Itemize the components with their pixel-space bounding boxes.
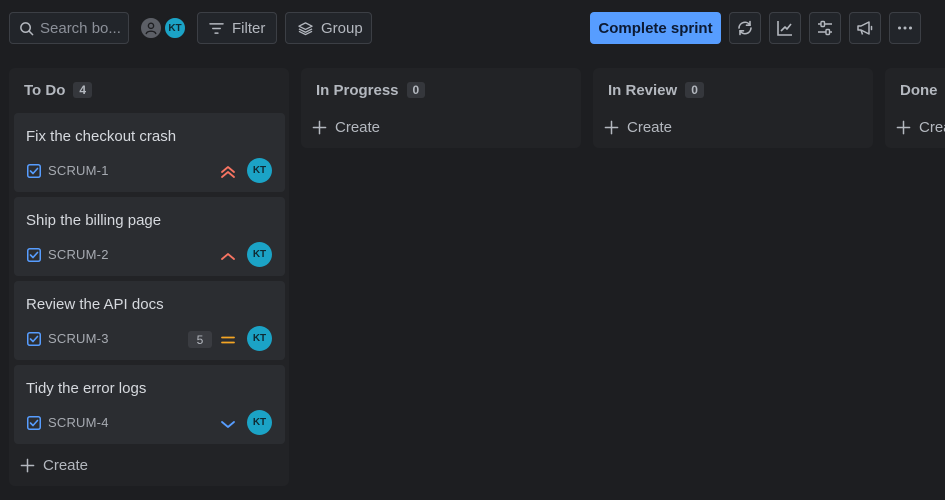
assignee-avatar[interactable]: KT	[247, 410, 272, 435]
issue-card[interactable]: Review the API docs SCRUM-3 5 KT	[14, 281, 285, 360]
issue-title: Review the API docs	[26, 296, 164, 313]
issue-card[interactable]: Fix the checkout crash SCRUM-1 KT	[14, 113, 285, 192]
issue-key[interactable]: SCRUM-3	[48, 331, 109, 346]
avatar[interactable]: KT	[163, 16, 187, 40]
story-points-badge[interactable]: 5	[188, 331, 212, 348]
filter-button[interactable]: Filter	[197, 12, 277, 44]
plus-icon	[896, 120, 911, 135]
plus-icon	[604, 120, 619, 135]
issue-title: Ship the billing page	[26, 212, 162, 229]
create-label: Create	[335, 119, 381, 136]
feedback-button[interactable]	[849, 12, 881, 44]
column-header: In Review 0	[608, 81, 704, 99]
create-issue-button[interactable]: Create	[604, 119, 672, 136]
person-icon	[145, 22, 157, 35]
complete-sprint-button[interactable]: Complete sprint	[590, 12, 721, 44]
column-title: In Progress	[316, 81, 399, 99]
avatar-group[interactable]: KT	[139, 16, 189, 40]
column-done: Done Create	[885, 68, 945, 148]
plus-icon	[20, 458, 35, 473]
assignee-avatar[interactable]: KT	[247, 326, 272, 351]
column-to-do: To Do 4 Fix the checkout crash SCRUM-1 K…	[9, 68, 289, 486]
task-type-icon	[27, 248, 41, 262]
priority-high-icon	[221, 253, 235, 260]
column-title: In Review	[608, 81, 678, 99]
filter-label: Filter	[232, 19, 266, 37]
plus-icon	[312, 120, 327, 135]
column-in-review: In Review 0 Create	[593, 68, 873, 148]
search-input[interactable]: Search bo...	[9, 12, 129, 44]
issue-count-badge: 0	[685, 82, 704, 98]
refresh-button[interactable]	[729, 12, 761, 44]
assignee-avatar[interactable]: KT	[247, 242, 272, 267]
priority-highest-icon	[221, 166, 235, 178]
column-header: Done	[900, 81, 938, 99]
create-issue-button[interactable]: Create	[312, 119, 380, 136]
layers-icon	[298, 21, 313, 35]
search-icon	[20, 21, 34, 35]
filter-icon	[209, 22, 224, 34]
create-issue-button[interactable]: Create	[896, 119, 945, 136]
issue-key[interactable]: SCRUM-2	[48, 247, 109, 262]
priority-medium-icon	[221, 336, 235, 344]
issue-key[interactable]: SCRUM-4	[48, 415, 109, 430]
column-title: To Do	[24, 81, 66, 99]
view-settings-button[interactable]	[809, 12, 841, 44]
create-label: Create	[627, 119, 673, 136]
assignee-avatar[interactable]: KT	[247, 158, 272, 183]
board-toolbar: Search bo... KT Filter Group Complete sp…	[0, 0, 945, 56]
issue-card[interactable]: Tidy the error logs SCRUM-4 KT	[14, 365, 285, 444]
task-type-icon	[27, 416, 41, 430]
task-type-icon	[27, 164, 41, 178]
issue-count-badge: 4	[73, 82, 93, 98]
group-label: Group	[321, 19, 363, 37]
column-in-progress: In Progress 0 Create	[301, 68, 581, 148]
refresh-icon	[738, 20, 752, 36]
create-label: Create	[43, 457, 89, 474]
insights-chart-icon	[777, 21, 792, 36]
more-button[interactable]	[889, 12, 921, 44]
priority-low-icon	[221, 421, 235, 428]
issue-title: Tidy the error logs	[26, 380, 147, 397]
issue-key[interactable]: SCRUM-1	[48, 163, 109, 178]
group-button[interactable]: Group	[285, 12, 372, 44]
search-placeholder: Search bo...	[40, 19, 121, 37]
more-icon	[898, 26, 912, 30]
column-header: To Do 4	[24, 81, 93, 99]
column-title: Done	[900, 81, 938, 99]
issue-card[interactable]: Ship the billing page SCRUM-2 KT	[14, 197, 285, 276]
view-settings-icon	[818, 20, 832, 36]
megaphone-icon	[857, 21, 873, 35]
create-label: Create	[919, 119, 945, 136]
unassigned-avatar[interactable]	[139, 16, 163, 40]
issue-title: Fix the checkout crash	[26, 128, 177, 145]
insights-button[interactable]	[769, 12, 801, 44]
column-header: In Progress 0	[316, 81, 426, 99]
issue-count-badge: 0	[406, 82, 426, 98]
create-issue-button[interactable]: Create	[20, 457, 88, 474]
task-type-icon	[27, 332, 41, 346]
